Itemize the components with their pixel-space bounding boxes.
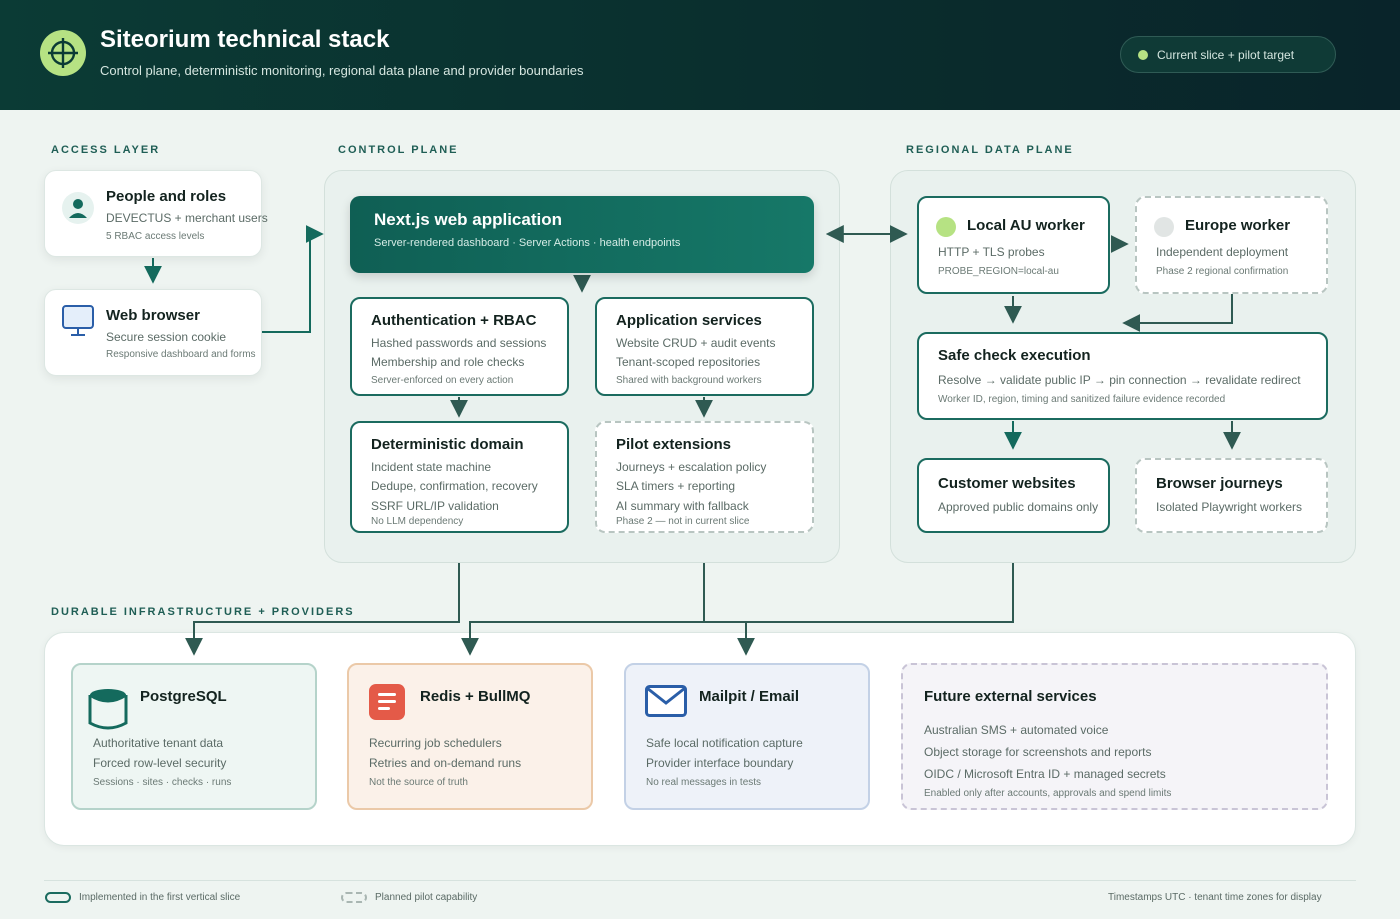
people-card-line2: 5 RBAC access levels	[106, 231, 205, 242]
pilot-card-line3: AI summary with fallback	[616, 499, 749, 513]
domain-card-line2: Dedupe, confirmation, recovery	[371, 479, 538, 493]
domain-card-line3: SSRF URL/IP validation	[371, 499, 499, 513]
future-card-line3: OIDC / Microsoft Entra ID + managed secr…	[924, 767, 1166, 781]
deterministic-domain-card[interactable]: Deterministic domain Incident state mach…	[350, 421, 569, 533]
nextjs-card-title: Next.js web application	[374, 210, 562, 229]
postgres-card-title: PostgreSQL	[140, 688, 227, 705]
au-card-line1: HTTP + TLS probes	[938, 245, 1045, 259]
safe-card-line2: Worker ID, region, timing and sanitized …	[938, 394, 1226, 405]
au-card-line2: PROBE_REGION=local-au	[938, 266, 1059, 277]
future-card-line2: Object storage for screenshots and repor…	[924, 745, 1152, 759]
people-and-roles-card[interactable]: People and roles DEVECTUS + merchant use…	[44, 170, 268, 257]
redis-bullmq-card[interactable]: Redis + BullMQ Recurring job schedulers …	[347, 663, 593, 810]
legend-solid-label: Implemented in the first vertical slice	[79, 892, 241, 903]
legend-dashed-swatch	[341, 892, 367, 903]
europe-worker-card[interactable]: Europe worker Independent deployment Pha…	[1135, 196, 1328, 294]
safe-card-line1: Resolve → validate public IP → pin conne…	[938, 373, 1301, 387]
active-dot-icon	[936, 217, 956, 237]
mail-card-line3: No real messages in tests	[646, 777, 762, 788]
envelope-icon	[645, 685, 687, 717]
future-card-title: Future external services	[924, 688, 1097, 705]
app-card-line2: Tenant-scoped repositories	[616, 355, 761, 369]
eu-card-line2: Phase 2 regional confirmation	[1156, 266, 1289, 277]
mail-card-title: Mailpit / Email	[699, 688, 800, 705]
customer-websites-card[interactable]: Customer websites Approved public domain…	[917, 458, 1110, 533]
future-card-line1: Australian SMS + automated voice	[924, 723, 1109, 737]
safe-card-title: Safe check execution	[938, 347, 1091, 364]
app-card-title: Application services	[616, 312, 762, 329]
people-card-title: People and roles	[106, 188, 227, 205]
person-icon	[62, 192, 94, 224]
postgres-card-line2: Forced row-level security	[93, 756, 227, 770]
browser-card-title: Web browser	[106, 307, 200, 324]
legend-solid-swatch	[45, 892, 71, 903]
browser-journeys-card[interactable]: Browser journeys Isolated Playwright wor…	[1135, 458, 1328, 533]
future-card-line4: Enabled only after accounts, approvals a…	[924, 788, 1172, 799]
pilot-card-title: Pilot extensions	[616, 436, 732, 453]
database-icon	[88, 689, 128, 730]
inactive-dot-icon	[1154, 217, 1174, 237]
app-card-line1: Website CRUD + audit events	[616, 336, 776, 350]
customer-card-line1: Approved public domains only	[938, 500, 1099, 514]
customer-card-title: Customer websites	[938, 475, 1076, 492]
pilot-extensions-card[interactable]: Pilot extensions Journeys + escalation p…	[595, 421, 814, 533]
safe-check-execution-card[interactable]: Safe check execution Resolve → validate …	[917, 332, 1328, 420]
footer-note: Timestamps UTC · tenant time zones for d…	[1108, 892, 1322, 903]
mail-card-line2: Provider interface boundary	[646, 756, 794, 770]
postgres-card-line3: Sessions · sites · checks · runs	[93, 777, 232, 788]
pilot-card-line2: SLA timers + reporting	[616, 479, 736, 493]
app-services-card[interactable]: Application services Website CRUD + audi…	[595, 297, 814, 396]
auth-card-line2: Membership and role checks	[371, 355, 525, 369]
nextjs-card-line1: Server-rendered dashboard · Server Actio…	[374, 237, 681, 249]
redis-card-line2: Retries and on-demand runs	[369, 756, 522, 770]
eu-card-line1: Independent deployment	[1156, 245, 1289, 259]
au-card-title: Local AU worker	[967, 217, 1085, 234]
stack-icon	[369, 684, 405, 720]
browser-card-line1: Secure session cookie	[106, 330, 227, 344]
footer-divider	[44, 880, 1356, 881]
journeys-card-line1: Isolated Playwright workers	[1156, 500, 1303, 514]
redis-card-title: Redis + BullMQ	[420, 688, 531, 705]
auth-card-title: Authentication + RBAC	[371, 312, 537, 329]
domain-card-title: Deterministic domain	[371, 436, 524, 453]
auth-card-line1: Hashed passwords and sessions	[371, 336, 547, 350]
postgres-card-line1: Authoritative tenant data	[93, 736, 224, 750]
journeys-card-title: Browser journeys	[1156, 475, 1283, 492]
mail-card-line1: Safe local notification capture	[646, 736, 803, 750]
web-browser-card[interactable]: Web browser Secure session cookie Respon…	[44, 289, 262, 376]
auth-card-line3: Server-enforced on every action	[371, 375, 514, 386]
mailpit-email-card[interactable]: Mailpit / Email Safe local notification …	[624, 663, 870, 810]
browser-card-line2: Responsive dashboard and forms	[106, 349, 256, 360]
eu-card-title: Europe worker	[1185, 217, 1291, 234]
domain-card-line4: No LLM dependency	[371, 516, 464, 527]
local-au-worker-card[interactable]: Local AU worker HTTP + TLS probes PROBE_…	[917, 196, 1110, 294]
pilot-card-line4: Phase 2 — not in current slice	[616, 516, 750, 527]
app-card-line3: Shared with background workers	[616, 375, 762, 386]
legend-dashed-label: Planned pilot capability	[375, 892, 478, 903]
nextjs-app-card[interactable]: Next.js web application Server-rendered …	[350, 196, 814, 273]
auth-rbac-card[interactable]: Authentication + RBAC Hashed passwords a…	[350, 297, 569, 396]
postgresql-card[interactable]: PostgreSQL Authoritative tenant data For…	[71, 663, 317, 810]
redis-card-line1: Recurring job schedulers	[369, 736, 502, 750]
pilot-card-line1: Journeys + escalation policy	[616, 460, 767, 474]
people-card-line1: DEVECTUS + merchant users	[106, 211, 268, 225]
domain-card-line1: Incident state machine	[371, 460, 492, 474]
monitor-icon	[62, 305, 94, 336]
future-services-card[interactable]: Future external services Australian SMS …	[901, 663, 1328, 810]
redis-card-line3: Not the source of truth	[369, 777, 468, 788]
